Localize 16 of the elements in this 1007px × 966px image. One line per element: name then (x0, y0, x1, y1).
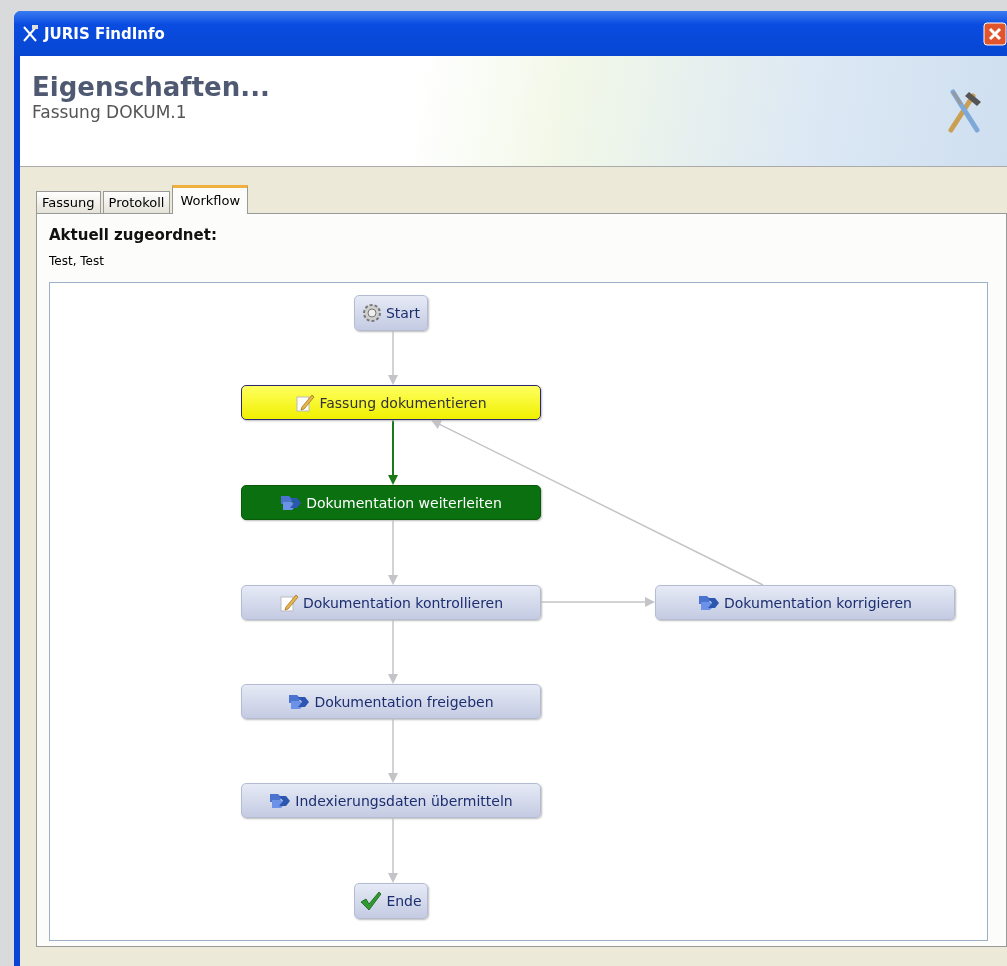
workflow-node[interactable]: Ende (354, 883, 428, 919)
dialog-title: Eigenschaften... (32, 72, 270, 102)
workflow-node[interactable]: Dokumentation korrigieren (655, 585, 955, 620)
tab[interactable]: Fassung (36, 191, 101, 213)
workflow-node[interactable]: Dokumentation kontrollieren (241, 585, 541, 620)
workflow-node[interactable]: Start (354, 295, 428, 331)
tab[interactable]: Workflow (172, 185, 249, 214)
window-title: JURIS FindInfo (44, 24, 165, 43)
workflow-node[interactable]: Fassung dokumentieren (241, 385, 541, 420)
dialog-subtitle: Fassung DOKUM.1 (32, 102, 188, 122)
assignment-heading: Aktuell zugeordnet: (49, 226, 218, 244)
workflow-node[interactable]: Dokumentation weiterleiten (241, 485, 541, 520)
workflow-node[interactable]: Indexierungsdaten übermitteln (241, 783, 541, 818)
assignment-value: Test, Test (49, 254, 105, 268)
workflow-node[interactable]: Dokumentation freigeben (241, 684, 541, 719)
tab[interactable]: Protokoll (102, 191, 171, 213)
